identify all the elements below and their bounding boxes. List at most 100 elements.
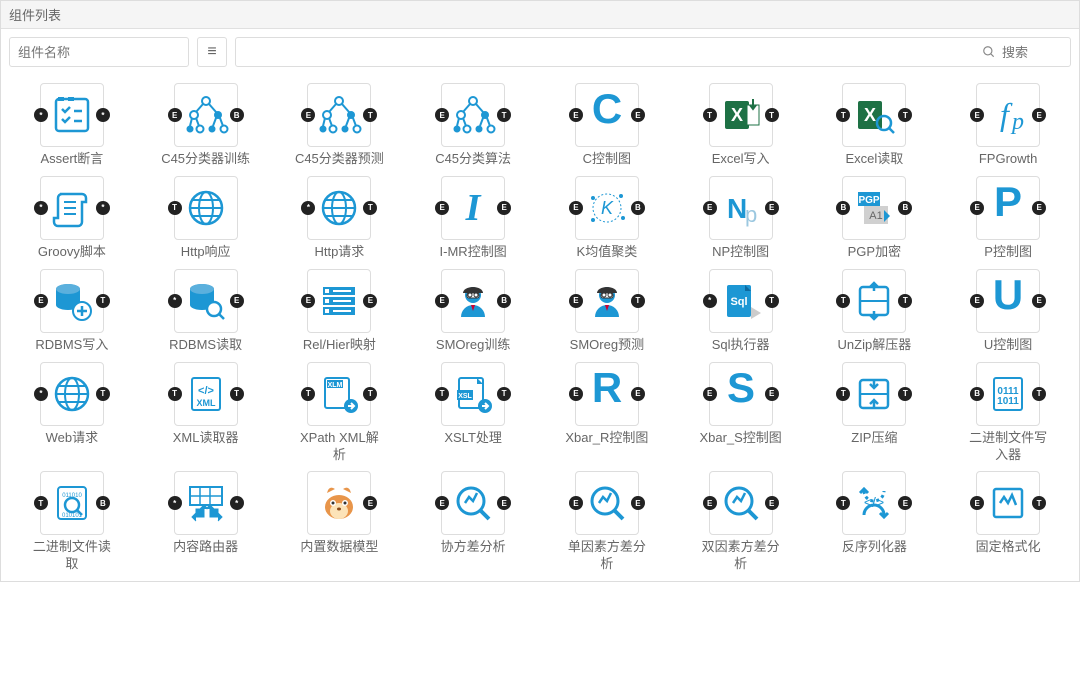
svg-text:Sql: Sql — [730, 296, 747, 308]
component-label: 固定格式化 — [976, 539, 1041, 556]
component-label: XSLT处理 — [444, 430, 502, 447]
component-item[interactable]: **内容路由器 — [143, 471, 269, 573]
port-badge-left: * — [168, 496, 182, 510]
port-badge-right: E — [631, 387, 645, 401]
svg-text:C: C — [592, 91, 622, 132]
port-badge-right: E — [765, 496, 779, 510]
component-label: Assert断言 — [40, 151, 103, 168]
component-item[interactable]: REEXbar_R控制图 — [544, 362, 670, 464]
component-label: Excel读取 — [845, 151, 903, 168]
port-badge-left: E — [435, 201, 449, 215]
component-item[interactable]: XTTExcel写入 — [678, 83, 804, 168]
component-icon: EE — [575, 471, 639, 535]
component-item[interactable]: EE双因素方差分析 — [678, 471, 804, 573]
component-item[interactable]: **Groovy脚本 — [9, 176, 135, 261]
port-badge-left: T — [836, 496, 850, 510]
component-item[interactable]: EB C45分类器训练 — [143, 83, 269, 168]
component-label: I-MR控制图 — [440, 244, 507, 261]
component-item[interactable]: </>TE反序列化器 — [812, 471, 938, 573]
component-label: RDBMS读取 — [169, 337, 242, 354]
component-item[interactable]: PEEP控制图 — [945, 176, 1071, 261]
component-item[interactable]: ETRDBMS写入 — [9, 269, 135, 354]
component-icon: EB — [174, 83, 238, 147]
component-label: SMOreg训练 — [436, 337, 510, 354]
component-item[interactable]: EE单因素方差分析 — [544, 471, 670, 573]
component-item[interactable]: PGPA1BBPGP加密 — [812, 176, 938, 261]
port-badge-right: E — [1032, 201, 1046, 215]
svg-text:XSL: XSL — [458, 393, 472, 400]
component-item[interactable]: Sql*TSql执行器 — [678, 269, 804, 354]
component-icon: ** — [40, 83, 104, 147]
component-item[interactable]: ** Assert断言 — [9, 83, 135, 168]
search-box[interactable] — [235, 37, 1071, 67]
port-badge-left: T — [836, 387, 850, 401]
port-badge-left: E — [435, 496, 449, 510]
component-item[interactable]: ETSMOreg预测 — [544, 269, 670, 354]
search-input[interactable] — [1002, 45, 1062, 60]
port-badge-right: T — [765, 294, 779, 308]
port-badge-right: * — [230, 496, 244, 510]
component-item[interactable]: EBSMOreg训练 — [410, 269, 536, 354]
component-icon: ET — [976, 471, 1040, 535]
component-icon: ET — [307, 83, 371, 147]
component-item[interactable]: EERel/Hier映射 — [277, 269, 403, 354]
window-title: 组件列表 — [1, 1, 1079, 29]
component-item[interactable]: NpEENP控制图 — [678, 176, 804, 261]
component-icon: TT — [842, 269, 906, 333]
component-item[interactable]: SEEXbar_S控制图 — [678, 362, 804, 464]
component-icon: TT — [842, 362, 906, 426]
component-item[interactable]: ETC45分类器预测 — [277, 83, 403, 168]
component-label: C45分类器训练 — [161, 151, 250, 168]
component-icon: </>XMLTT — [174, 362, 238, 426]
port-badge-right: T — [230, 387, 244, 401]
component-item[interactable]: EE协方差分析 — [410, 471, 536, 573]
port-badge-left: E — [34, 294, 48, 308]
menu-button[interactable]: ≡ — [197, 37, 227, 67]
port-badge-right: T — [898, 108, 912, 122]
component-item[interactable]: TTUnZip解压器 — [812, 269, 938, 354]
component-item[interactable]: THttp响应 — [143, 176, 269, 261]
component-item[interactable]: ET 固定格式化 — [945, 471, 1071, 573]
component-item[interactable]: E内置数据模型 — [277, 471, 403, 573]
component-item[interactable]: </>XMLTTXML读取器 — [143, 362, 269, 464]
svg-text:A1: A1 — [870, 210, 883, 222]
component-name-input[interactable] — [9, 37, 189, 67]
component-item[interactable]: 01111011BT二进制文件写入器 — [945, 362, 1071, 464]
component-item[interactable]: XSLTTXSLT处理 — [410, 362, 536, 464]
component-item[interactable]: *ERDBMS读取 — [143, 269, 269, 354]
component-label: C45分类算法 — [435, 151, 511, 168]
component-item[interactable]: TTZIP压缩 — [812, 362, 938, 464]
component-label: 二进制文件写入器 — [963, 430, 1053, 464]
component-item[interactable]: UEEU控制图 — [945, 269, 1071, 354]
port-badge-right: B — [96, 496, 110, 510]
port-badge-right: * — [96, 201, 110, 215]
component-item[interactable]: KEBK均值聚类 — [544, 176, 670, 261]
port-badge-left: E — [703, 387, 717, 401]
port-badge-right: T — [363, 387, 377, 401]
port-badge-left: T — [301, 387, 315, 401]
component-item[interactable]: *THttp请求 — [277, 176, 403, 261]
component-icon: CEE — [575, 83, 639, 147]
port-badge-left: E — [301, 108, 315, 122]
port-badge-left: T — [168, 387, 182, 401]
port-badge-left: * — [34, 201, 48, 215]
component-item[interactable]: fpEEFPGrowth — [945, 83, 1071, 168]
port-badge-right: T — [1032, 496, 1046, 510]
component-label: 协方差分析 — [441, 539, 506, 556]
component-item[interactable]: *TWeb请求 — [9, 362, 135, 464]
component-item[interactable]: XLMTTXPath XML解析 — [277, 362, 403, 464]
port-badge-right: T — [363, 201, 377, 215]
port-badge-right: T — [765, 108, 779, 122]
component-item[interactable]: ET C45分类算法 — [410, 83, 536, 168]
component-icon: ET — [40, 269, 104, 333]
component-item[interactable]: CEEC控制图 — [544, 83, 670, 168]
component-icon: *T — [307, 176, 371, 240]
port-badge-left: E — [569, 387, 583, 401]
port-badge-right: T — [631, 294, 645, 308]
component-icon: ET — [441, 83, 505, 147]
component-item[interactable]: XTTExcel读取 — [812, 83, 938, 168]
component-item[interactable]: 011010010101TB二进制文件读取 — [9, 471, 135, 573]
component-label: Xbar_R控制图 — [565, 430, 648, 447]
component-label: Web请求 — [46, 430, 99, 447]
component-item[interactable]: IEEI-MR控制图 — [410, 176, 536, 261]
